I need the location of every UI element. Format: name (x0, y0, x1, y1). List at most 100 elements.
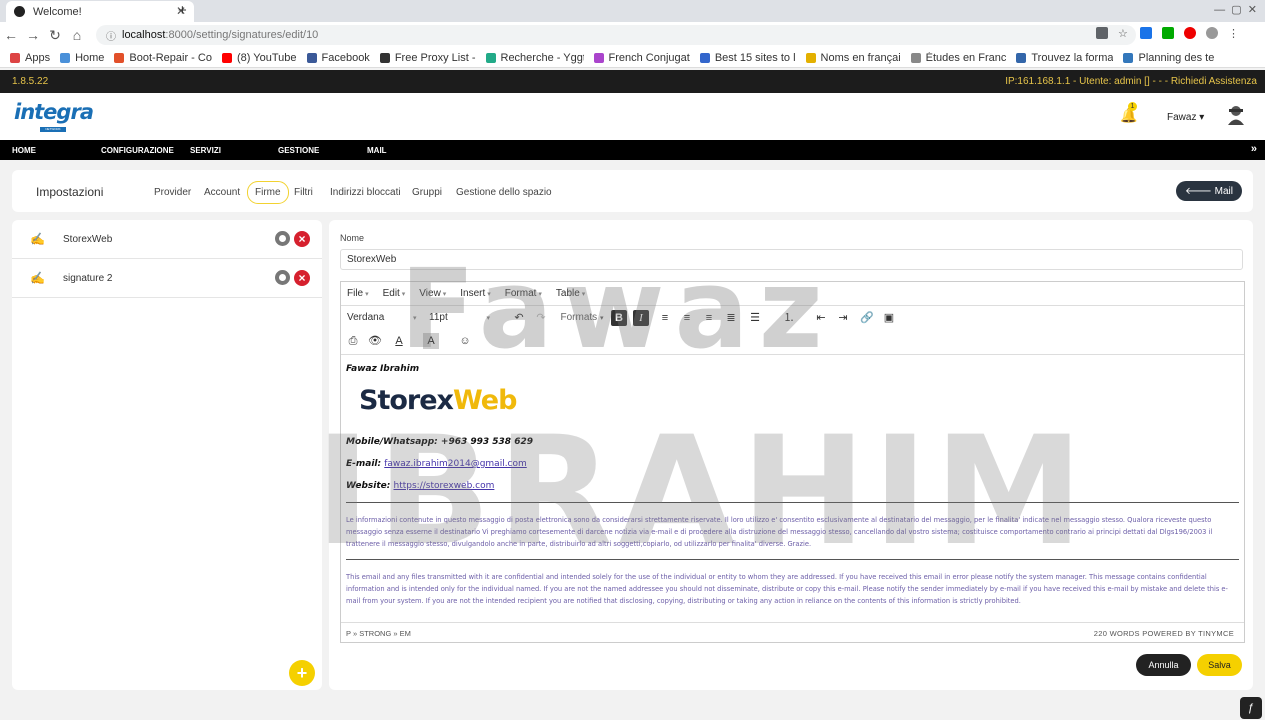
address-bar[interactable]: ⓘ localhost:8000/setting/signatures/edit… (96, 25, 1136, 45)
formats-select[interactable]: Formats ▾ (558, 310, 606, 326)
add-signature-button[interactable]: + (289, 660, 315, 686)
browser-tabstrip: Welcome! ✕ + — ▢ ✕ (0, 0, 1265, 22)
bookmark-item[interactable]: (8) YouTube (221, 52, 297, 64)
name-input[interactable]: StorexWeb (340, 249, 1243, 270)
print-icon[interactable]: ⎙ (345, 333, 361, 349)
nav-servizi[interactable]: SERVIZI (190, 146, 221, 155)
bookmark-label: Recherche - Yggt (500, 51, 584, 64)
logo-text: integra (14, 100, 94, 124)
bookmark-icon (379, 52, 390, 63)
tab-title: Welcome! (33, 5, 82, 18)
editor-content[interactable]: Fawaz Ibrahim StorexWeb Mobile/Whatsapp:… (341, 354, 1244, 623)
site-favicon-icon (14, 6, 25, 17)
browser-toolbar: ← → ↻ ⌂ ⓘ localhost:8000/setting/signatu… (0, 22, 1265, 48)
bookmark-label: Boot-Repair - Co (129, 51, 212, 64)
bookmark-item[interactable]: Planning des te (1123, 52, 1214, 64)
tab-provider[interactable]: Provider (147, 184, 198, 201)
font-select[interactable]: Verdana ▾ (347, 310, 419, 326)
home-icon[interactable]: ⌂ (66, 27, 88, 43)
translate-icon[interactable] (1096, 27, 1108, 39)
nav-mail[interactable]: MAIL (367, 146, 387, 155)
align-right-icon[interactable]: ≡ (701, 310, 717, 326)
info-icon[interactable]: ⓘ (106, 28, 116, 43)
symfony-toolbar-icon[interactable]: ƒ (1240, 697, 1262, 719)
nav-configurazione[interactable]: CONFIGURAZIONE (101, 146, 174, 155)
tab-filtri[interactable]: Filtri (287, 184, 320, 201)
bookmark-item[interactable]: Best 15 sites to l (699, 52, 796, 64)
tab-gestione-spazio[interactable]: Gestione dello spazio (449, 184, 559, 201)
indent-icon[interactable]: ⇥ (835, 310, 851, 326)
user-info[interactable]: IP:161.168.1.1 - Utente: admin [] - - - … (1005, 76, 1257, 87)
gear-icon[interactable] (275, 231, 290, 246)
text-color-icon[interactable]: A (391, 333, 407, 349)
bookmark-item[interactable]: Noms en françai (805, 52, 901, 64)
tab-account[interactable]: Account (197, 184, 247, 201)
link-icon[interactable]: 🔗 (859, 310, 875, 326)
menu-file[interactable]: File (347, 288, 369, 299)
email-link[interactable]: fawaz.ibrahim2014@gmail.com (384, 459, 527, 469)
bullet-list-icon[interactable]: ☰ (747, 310, 763, 326)
avatar-icon[interactable] (1227, 105, 1245, 125)
notification-bell-icon[interactable]: 🔔 1 (1120, 102, 1137, 124)
gear-icon[interactable] (275, 270, 290, 285)
nav-more-icon[interactable]: » (1251, 143, 1257, 155)
menu-icon[interactable]: ⋮ (1228, 27, 1240, 40)
emoticons-icon[interactable]: ☺ (457, 333, 473, 349)
menu-insert[interactable]: Insert (460, 288, 490, 299)
tab-gruppi[interactable]: Gruppi (405, 184, 449, 201)
bookmark-item[interactable]: Facebook (306, 52, 370, 64)
reload-icon[interactable]: ↻ (44, 27, 66, 44)
undo-icon[interactable]: ↶ (511, 310, 527, 326)
settings-bar: Impostazioni Provider Account Firme Filt… (12, 170, 1253, 212)
bold-icon[interactable]: B (611, 310, 627, 326)
nav-gestione[interactable]: GESTIONE (278, 146, 319, 155)
menu-view[interactable]: View (419, 288, 446, 299)
align-center-icon[interactable]: ≡ (679, 310, 695, 326)
font-size-select[interactable]: 11pt ▾ (429, 310, 501, 326)
preview-icon[interactable]: 👁 (367, 333, 383, 349)
delete-icon[interactable]: × (294, 270, 310, 286)
bookmark-item[interactable]: Études en Franc (910, 52, 1006, 64)
bookmark-item[interactable]: Trouvez la forma (1016, 52, 1113, 64)
save-button[interactable]: Salva (1197, 654, 1242, 676)
integra-logo[interactable]: integra NETWORK (14, 100, 94, 132)
back-icon[interactable]: ← (0, 27, 22, 43)
tab-firme[interactable]: Firme (247, 181, 289, 204)
bookmark-item[interactable]: Home (60, 52, 104, 64)
delete-icon[interactable]: × (294, 231, 310, 247)
bookmark-item[interactable]: Boot-Repair - Co (114, 52, 212, 64)
bookmark-item[interactable]: Apps (10, 52, 50, 64)
mail-button[interactable]: 🡐 Mail (1176, 181, 1242, 201)
image-icon[interactable]: ▣ (881, 310, 897, 326)
menu-edit[interactable]: Edit (383, 288, 406, 299)
browser-tab[interactable]: Welcome! ✕ (6, 1, 194, 22)
menu-table[interactable]: Table (556, 288, 585, 299)
forward-icon[interactable]: → (22, 27, 44, 43)
website-link[interactable]: https://storexweb.com (394, 481, 495, 491)
outdent-icon[interactable]: ⇤ (813, 310, 829, 326)
extension-icon[interactable] (1162, 27, 1174, 39)
redo-icon[interactable]: ↷ (533, 310, 549, 326)
numbered-list-icon[interactable]: ⒈ (781, 310, 797, 326)
user-menu[interactable]: Fawaz ▾ (1167, 112, 1204, 123)
tab-indirizzi-bloccati[interactable]: Indirizzi bloccati (323, 184, 408, 201)
bookmark-item[interactable]: French Conjugat (593, 52, 690, 64)
opera-icon[interactable] (1184, 27, 1196, 39)
profile-icon[interactable] (1206, 27, 1218, 39)
bookmark-item[interactable]: Free Proxy List - (379, 52, 476, 64)
cancel-button[interactable]: Annulla (1136, 654, 1191, 676)
star-icon[interactable]: ☆ (1118, 27, 1130, 40)
list-item[interactable]: ✍ StorexWeb × (12, 220, 322, 259)
align-justify-icon[interactable]: ≣ (723, 310, 739, 326)
window-controls[interactable]: — ▢ ✕ (1214, 3, 1257, 16)
new-tab-icon[interactable]: + (178, 2, 187, 19)
list-item[interactable]: ✍ signature 2 × (12, 259, 322, 298)
bookmark-item[interactable]: Recherche - Yggt (485, 51, 584, 64)
align-left-icon[interactable]: ≡ (657, 310, 673, 326)
signature-icon: ✍ (30, 232, 45, 246)
extension-icon[interactable] (1140, 27, 1152, 39)
background-color-icon[interactable]: A (423, 333, 439, 349)
menu-format[interactable]: Format (505, 288, 542, 299)
italic-icon[interactable]: I (633, 310, 649, 326)
nav-home[interactable]: HOME (12, 146, 36, 155)
